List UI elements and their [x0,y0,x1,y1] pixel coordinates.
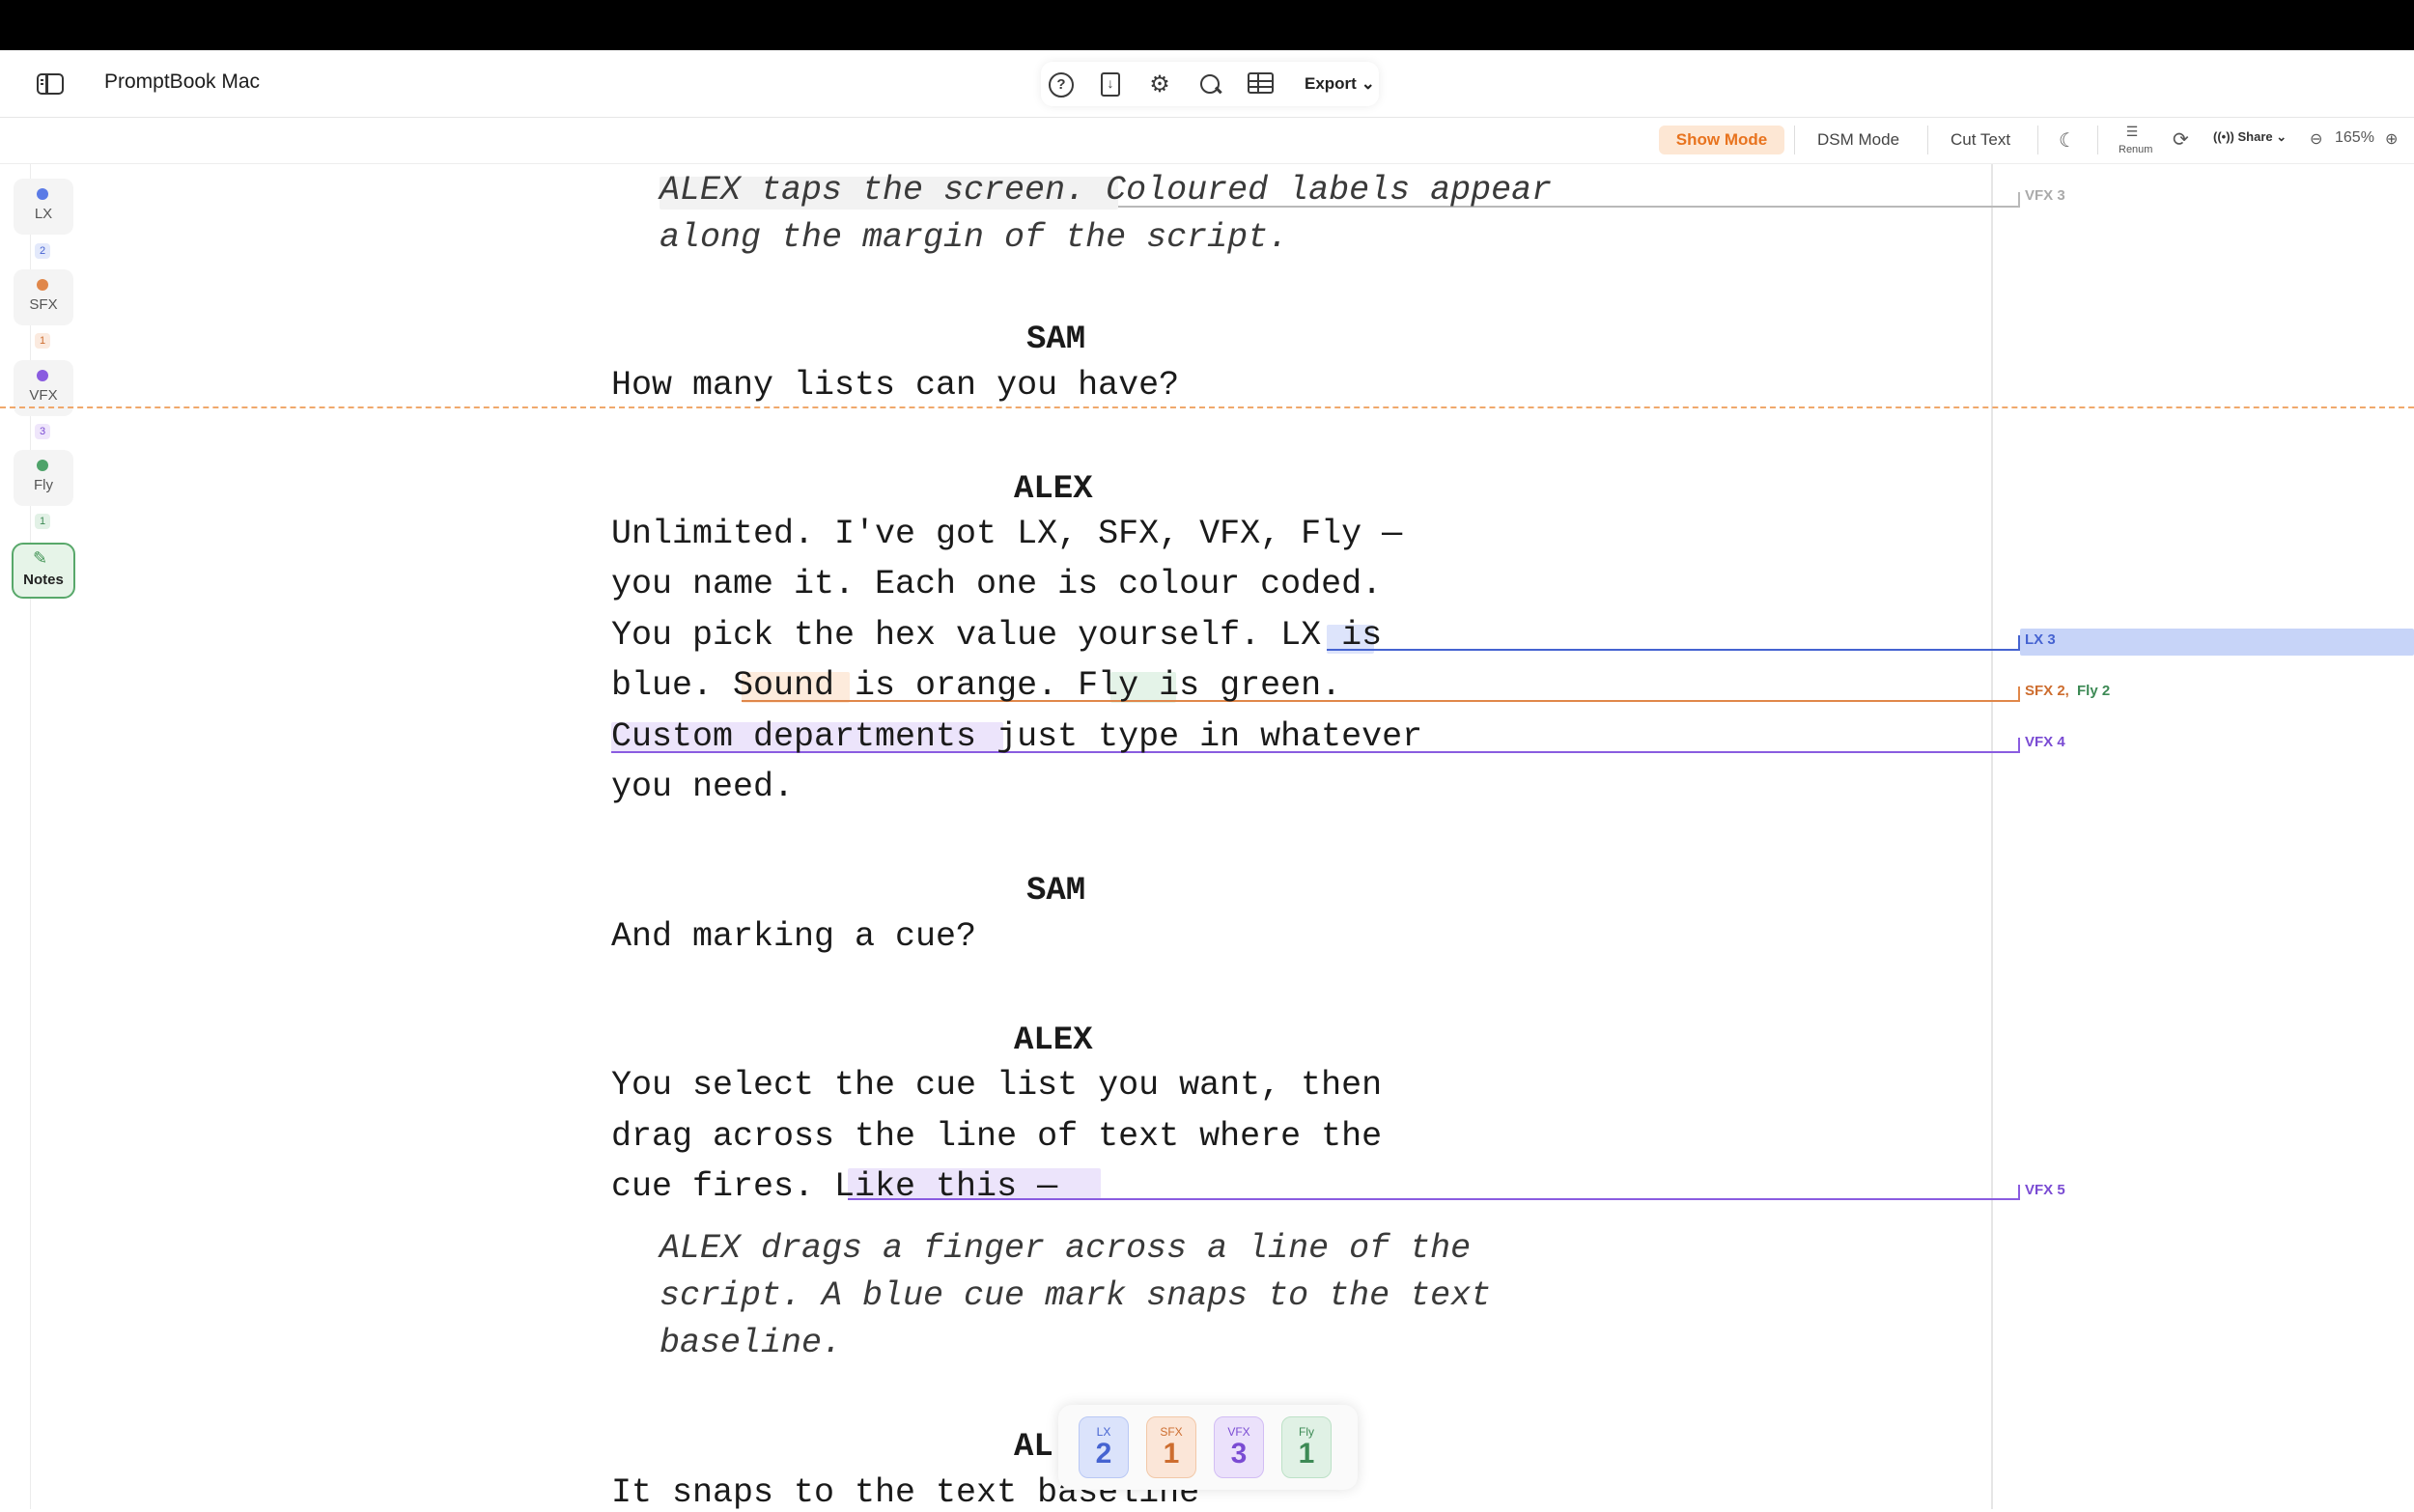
cue-label-vfx4[interactable]: VFX 4 [2025,734,2065,750]
dialogue-line[interactable]: You select the cue list you want, then [611,1066,1382,1105]
dept-label: Fly [34,477,53,493]
page-edge [1991,164,1993,1509]
pencil-icon: ✎ [33,548,48,568]
dialogue-line[interactable]: You pick the hex value yourself. LX is [611,616,1382,655]
dialogue-line[interactable]: cue fires. Like this — [611,1167,1057,1206]
dialogue-line[interactable]: drag across the line of text where the [611,1117,1382,1156]
dot-icon [37,370,48,381]
cue-label-sfx2[interactable]: SFX 2, [2025,683,2069,699]
dept-count: 2 [35,243,50,259]
help-icon[interactable]: ? [1049,72,1074,98]
counter-fly[interactable]: Fly 1 [1281,1416,1332,1478]
zoom-level: 165% [2335,129,2374,146]
cue-tick [2018,635,2020,649]
highlight [2020,629,2414,656]
cue-label-fly2[interactable]: Fly 2 [2077,683,2110,699]
dsm-mode-button[interactable]: DSM Mode [1817,126,1899,154]
dialogue-line[interactable]: How many lists can you have? [611,366,1179,405]
dialogue-line[interactable]: blue. Sound is orange. Fly is green. [611,666,1341,705]
moon-icon[interactable]: ☾ [2059,128,2076,153]
cue-tick [2018,1185,2020,1198]
cue-tick [2018,686,2020,700]
counter-number: 3 [1230,1438,1248,1470]
dot-icon [37,460,48,471]
refresh-icon[interactable]: ⟳ [2173,127,2189,152]
sidebar-toggle-icon[interactable] [37,73,64,95]
dialogue-line[interactable]: you need. [611,768,794,806]
playhead-line [0,406,2414,408]
counter-label: Fly [1299,1425,1314,1439]
character-name[interactable]: SAM [1026,322,1085,358]
character-name[interactable]: ALEX [1014,1022,1093,1059]
cue-label-vfx5[interactable]: VFX 5 [2025,1182,2065,1198]
system-top-bar [0,0,2414,50]
chevron-down-icon: ⌄ [1361,74,1375,93]
action-line[interactable]: ALEX taps the screen. Coloured labels ap… [660,171,1552,210]
action-line[interactable]: baseline. [660,1324,842,1362]
dialogue-line[interactable]: And marking a cue? [611,917,976,956]
mode-bar [0,118,2414,164]
cue-label-lx3[interactable]: LX 3 [2025,631,2056,648]
renum-button[interactable]: ☰ Renum [2119,124,2152,155]
cue-line[interactable] [1327,649,2020,651]
cue-tick [2018,192,2020,206]
counter-lx[interactable]: LX 2 [1079,1416,1129,1478]
zoom-in-icon[interactable]: ⊕ [2385,129,2398,149]
dot-icon [37,188,48,200]
character-name[interactable]: AL [1014,1429,1053,1466]
counter-vfx[interactable]: VFX 3 [1214,1416,1264,1478]
character-name[interactable]: SAM [1026,873,1085,910]
share-button[interactable]: ((•)) Share ⌄ [2213,129,2287,145]
dialogue-line[interactable]: Unlimited. I've got LX, SFX, VFX, Fly — [611,515,1402,553]
dot-icon [37,279,48,291]
dept-label: SFX [29,296,58,313]
counter-number: 1 [1298,1438,1315,1470]
dept-label: VFX [29,387,58,404]
table-icon[interactable] [1248,72,1274,94]
search-icon[interactable] [1197,72,1222,98]
dept-count: 1 [35,514,50,529]
dept-count: 1 [35,333,50,349]
action-line[interactable]: ALEX drags a finger across a line of the [660,1229,1471,1268]
action-line[interactable]: along the margin of the script. [660,218,1288,257]
dept-label: LX [34,206,53,222]
zoom-out-icon[interactable]: ⊖ [2310,129,2322,149]
dialogue-line[interactable]: you name it. Each one is colour coded. [611,565,1382,603]
character-name[interactable]: ALEX [1014,471,1093,508]
show-mode-button[interactable]: Show Mode [1659,126,1784,154]
counter-label: LX [1096,1425,1111,1439]
export-menu-button[interactable]: Export ⌄ [1305,74,1375,94]
counter-sfx[interactable]: SFX 1 [1146,1416,1196,1478]
app-title: PromptBook Mac [104,70,261,93]
counter-number: 2 [1095,1438,1112,1470]
notes-label: Notes [23,572,64,588]
counter-label: SFX [1160,1425,1183,1439]
action-line[interactable]: script. A blue cue mark snaps to the tex… [660,1276,1491,1315]
cue-label-vfx3[interactable]: VFX 3 [2025,187,2065,204]
import-icon[interactable]: ↓ [1101,72,1120,97]
cut-text-button[interactable]: Cut Text [1951,126,2010,154]
counter-label: VFX [1227,1425,1250,1439]
counter-number: 1 [1163,1438,1180,1470]
dept-count: 3 [35,424,50,439]
cue-tick [2018,738,2020,751]
dialogue-line[interactable]: Custom departments just type in whatever [611,717,1422,756]
gear-icon[interactable]: ⚙ [1147,72,1172,98]
